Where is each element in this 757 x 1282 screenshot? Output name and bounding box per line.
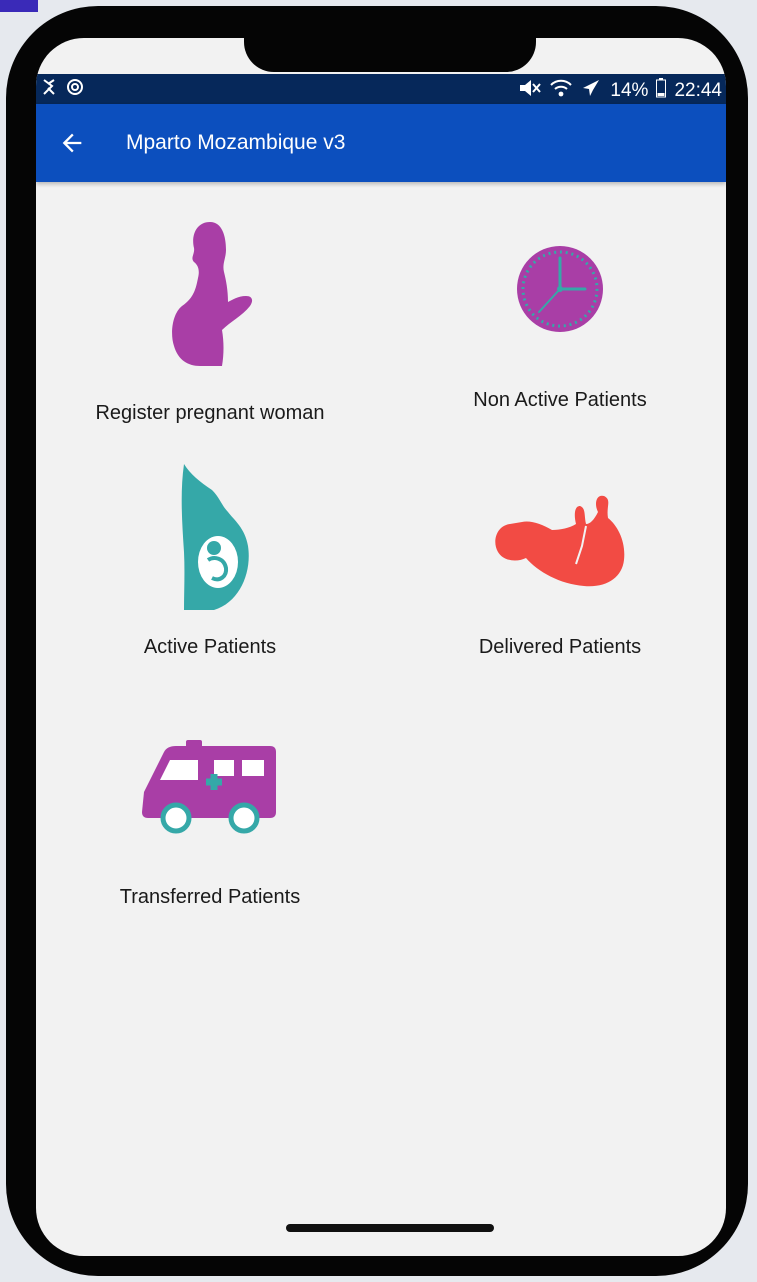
app-bar: Mparto Mozambique v3 xyxy=(36,104,726,182)
notification-icon xyxy=(42,78,56,102)
non-active-patients-item[interactable]: Non Active Patients xyxy=(410,244,710,412)
clock-icon xyxy=(517,246,603,332)
app-screen: 14% 22:44 Mparto Mozambique v3 Register … xyxy=(36,38,726,1256)
register-pregnant-woman-label: Register pregnant woman xyxy=(95,402,325,424)
mute-icon xyxy=(516,78,542,104)
delivered-patients-item[interactable]: Delivered Patients xyxy=(410,494,710,659)
transferred-patients-item[interactable]: Transferred Patients xyxy=(60,738,360,909)
pregnant-woman-icon xyxy=(172,222,253,366)
delivered-patients-label: Delivered Patients xyxy=(478,636,642,658)
baby-icon xyxy=(495,495,625,587)
non-active-patients-label: Non Active Patients xyxy=(473,389,647,411)
status-bar: 14% 22:44 xyxy=(36,74,726,104)
ambulance-icon xyxy=(142,740,276,834)
active-patients-label: Active Patients xyxy=(143,636,277,658)
app-title: Mparto Mozambique v3 xyxy=(126,131,346,154)
phone-frame: 14% 22:44 Mparto Mozambique v3 Register … xyxy=(6,6,748,1276)
airplane-icon xyxy=(580,77,602,105)
battery-icon xyxy=(656,78,667,104)
battery-percent: 14% xyxy=(610,80,649,101)
clock-time: 22:44 xyxy=(674,80,722,101)
at-sign-icon xyxy=(66,78,84,102)
fetus-womb-icon xyxy=(181,464,249,610)
wifi-icon xyxy=(550,78,573,104)
register-pregnant-woman-item[interactable]: Register pregnant woman xyxy=(60,218,360,425)
phone-notch xyxy=(244,20,536,72)
back-arrow-icon[interactable] xyxy=(58,129,86,157)
home-indicator[interactable] xyxy=(286,1224,494,1232)
transferred-patients-label: Transferred Patients xyxy=(119,886,301,908)
corner-mark xyxy=(0,0,38,12)
active-patients-item[interactable]: Active Patients xyxy=(60,462,360,659)
